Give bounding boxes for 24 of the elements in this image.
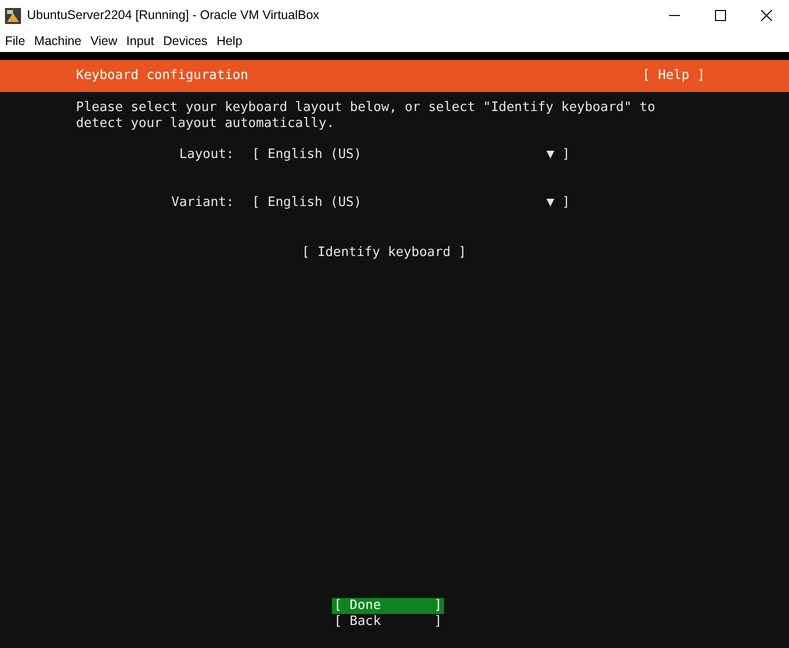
menu-item[interactable]: Help <box>212 35 246 48</box>
identify-keyboard-button[interactable]: [ Identify keyboard ] <box>302 243 466 262</box>
dropdown-value: [ English (US) <box>252 194 362 212</box>
dropdown-field[interactable]: [ English (US) ▼ ] <box>252 145 570 165</box>
field-label: Variant: <box>170 194 235 212</box>
app-icon <box>4 6 22 24</box>
dropdown-arrow-icon: ▼ ] <box>546 193 570 213</box>
dropdown-field[interactable]: [ English (US) ▼ ] <box>252 193 570 213</box>
field-label: Layout: <box>178 146 235 164</box>
dropdown-value: [ English (US) <box>252 146 362 164</box>
dropdown-arrow-icon: ▼ ] <box>546 145 570 165</box>
intro-text: Please select your keyboard layout below, or select "Identify keyboard" to detect your layout automatically. <box>76 100 656 132</box>
window-title: UbuntuServer2204 [Running] - Oracle VM VirtualBox <box>27 7 320 24</box>
close-icon <box>760 10 772 21</box>
menu-item[interactable]: Input <box>122 35 158 48</box>
help-button[interactable]: [ Help ] <box>642 66 705 86</box>
menu-item[interactable]: File <box>1 35 30 48</box>
menu-item[interactable]: Machine <box>30 35 86 48</box>
menu-item[interactable]: Devices <box>159 35 212 48</box>
maximize-icon <box>714 10 726 21</box>
action-button[interactable]: [ Back ] <box>332 614 444 630</box>
action-button[interactable]: [ Done ] <box>332 598 444 614</box>
menu-item[interactable]: View <box>86 35 122 48</box>
header-title: Keyboard configuration <box>76 67 248 86</box>
